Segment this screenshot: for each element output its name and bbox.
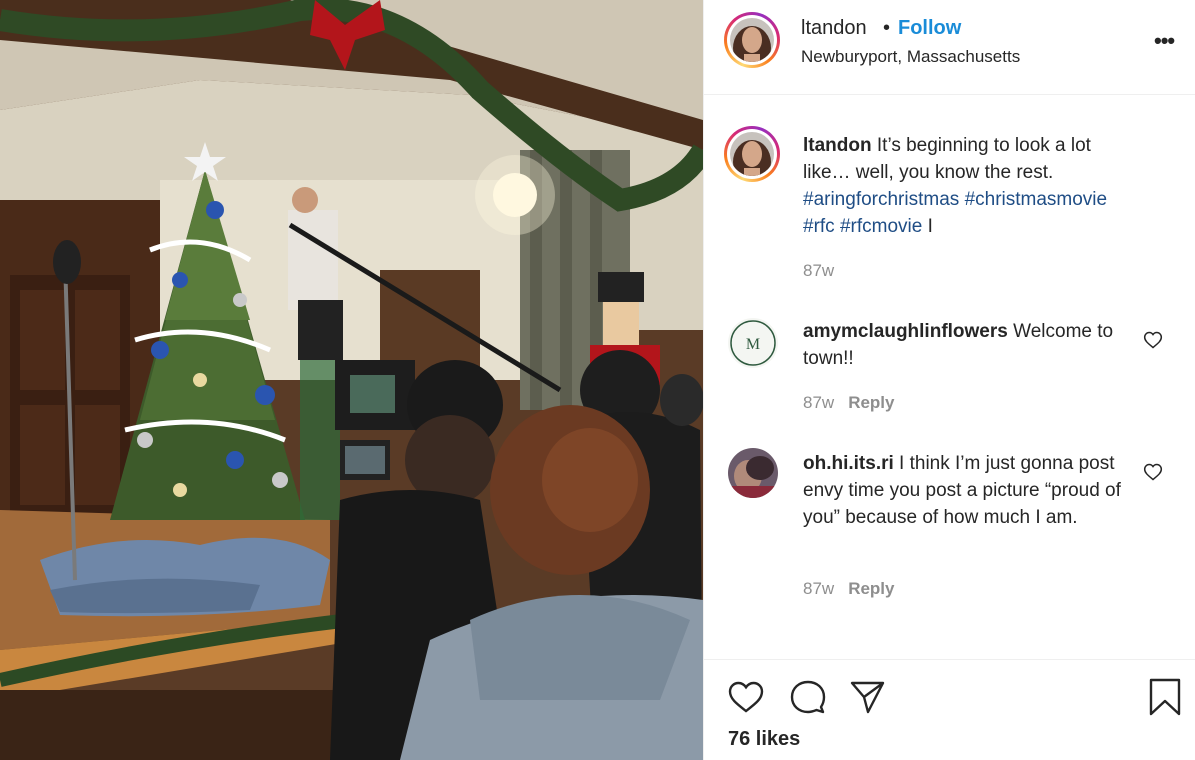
likes-count[interactable]: 76 likes	[728, 728, 800, 751]
hashtag-link[interactable]: #rfcmovie	[840, 216, 922, 237]
hashtag-link[interactable]: #aringforchristmas	[803, 189, 959, 210]
caption-text: ltandon It’s beginning to look a lot lik…	[803, 132, 1123, 240]
comment-meta: 87w Reply	[803, 579, 894, 599]
caption-trailing: I	[922, 216, 933, 237]
share-icon[interactable]	[847, 677, 887, 717]
reply-button[interactable]: Reply	[848, 393, 894, 412]
like-comment-heart-icon[interactable]	[1143, 330, 1163, 350]
comment-text: amymclaughlinflowers Welcome to town!!	[803, 318, 1123, 372]
action-bar: 76 likes	[704, 659, 1195, 760]
post-image	[0, 0, 703, 760]
header-location[interactable]: Newburyport, Massachusetts	[801, 47, 1020, 67]
bookmark-icon[interactable]	[1145, 677, 1185, 717]
heart-icon[interactable]	[726, 677, 766, 717]
comment-text: oh.hi.its.ri I think I’m just gonna post…	[803, 450, 1133, 531]
instagram-post: ltandon • Follow Newburyport, Massachuse…	[0, 0, 1195, 760]
hashtag-link[interactable]: #christmasmovie	[965, 189, 1108, 210]
hashtag-link[interactable]: #rfc	[803, 216, 835, 237]
commenter-avatar[interactable]	[728, 448, 778, 498]
header-separator: •	[883, 17, 891, 39]
comment-username[interactable]: amymclaughlinflowers	[803, 321, 1008, 342]
svg-text:M: M	[746, 336, 760, 353]
follow-button[interactable]: Follow	[898, 17, 961, 40]
comment-meta: 87w Reply	[803, 393, 894, 413]
avatar-image	[730, 132, 774, 176]
header-username[interactable]: ltandon	[801, 17, 867, 40]
post-photo[interactable]	[0, 0, 703, 760]
comment-timestamp[interactable]: 87w	[803, 579, 834, 598]
like-comment-heart-icon[interactable]	[1143, 462, 1163, 482]
comment-icon[interactable]	[788, 677, 828, 717]
caption-timestamp[interactable]: 87w	[803, 261, 834, 280]
header-avatar[interactable]	[724, 12, 780, 68]
comments-section[interactable]: ltandon It’s beginning to look a lot lik…	[704, 96, 1195, 658]
caption-meta: 87w	[803, 261, 834, 281]
post-header: ltandon • Follow Newburyport, Massachuse…	[704, 0, 1195, 95]
post-sidebar: ltandon • Follow Newburyport, Massachuse…	[703, 0, 1195, 760]
reply-button[interactable]: Reply	[848, 579, 894, 598]
more-options-icon[interactable]: •••	[1154, 28, 1175, 54]
comment-timestamp[interactable]: 87w	[803, 393, 834, 412]
commenter-avatar[interactable]: M	[728, 318, 778, 368]
avatar-image	[728, 448, 778, 498]
caption-avatar[interactable]	[724, 126, 780, 182]
avatar-image	[730, 18, 774, 62]
avatar-image: M	[728, 318, 778, 368]
caption-username[interactable]: ltandon	[803, 135, 872, 156]
comment-username[interactable]: oh.hi.its.ri	[803, 453, 894, 474]
